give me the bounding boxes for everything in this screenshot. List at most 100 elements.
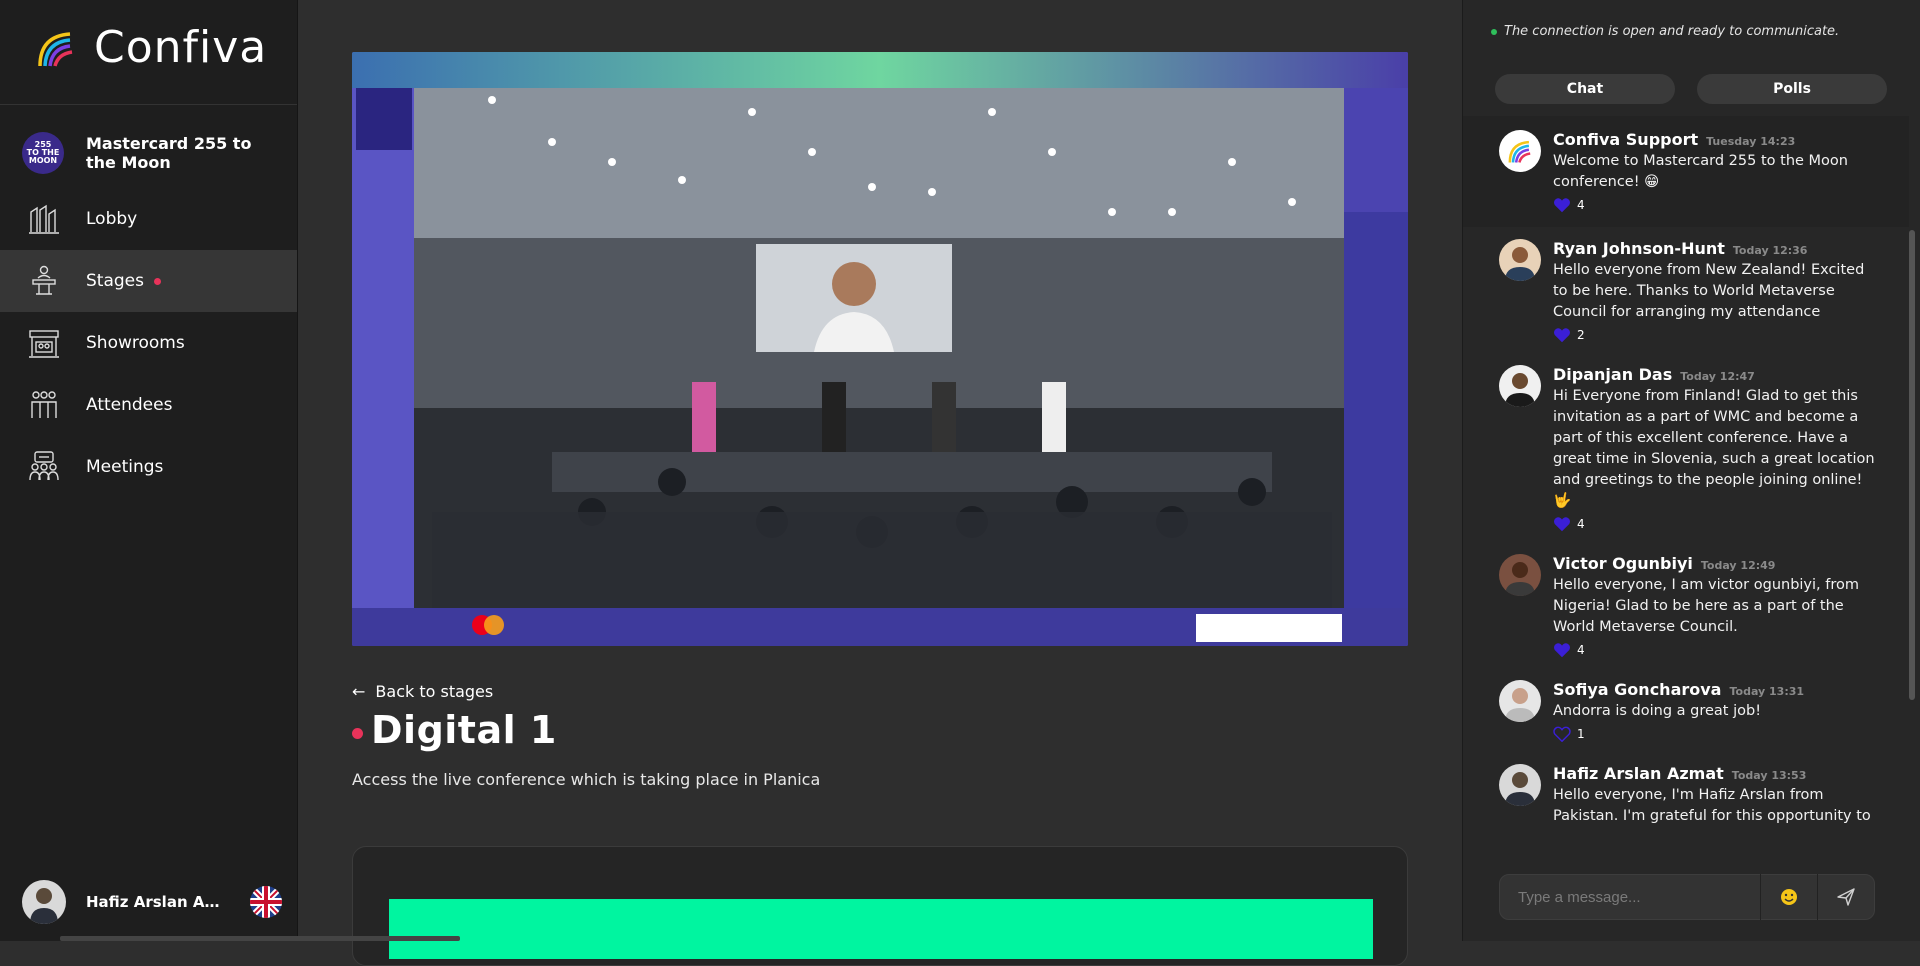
confiva-logo-icon xyxy=(38,32,73,67)
avatar xyxy=(1499,365,1541,407)
tab-chat[interactable]: Chat xyxy=(1495,74,1675,104)
event-name: Mastercard 255 to the Moon xyxy=(86,134,252,172)
like-button[interactable]: 2 xyxy=(1553,327,1883,343)
message-author: Victor Ogunbiyi xyxy=(1553,554,1693,573)
chat-message: Confiva Support Tuesday 14:23 Welcome to… xyxy=(1463,116,1909,227)
send-icon xyxy=(1837,888,1855,906)
message-time: Today 12:49 xyxy=(1700,559,1776,572)
connection-status: The connection is open and ready to comm… xyxy=(1491,24,1839,39)
sidebar: Confiva 255 TO THE MOON Mastercard 255 t… xyxy=(0,0,298,941)
uk-flag-icon[interactable] xyxy=(250,886,282,918)
message-composer xyxy=(1499,874,1875,920)
heart-filled-icon xyxy=(1554,643,1570,658)
nav-label: Lobby xyxy=(86,209,138,229)
chat-panel: The connection is open and ready to comm… xyxy=(1462,0,1920,941)
send-button[interactable] xyxy=(1818,874,1874,920)
confiva-logo-icon xyxy=(1508,140,1531,163)
smiley-icon xyxy=(1781,889,1797,905)
avatar xyxy=(1499,130,1541,172)
message-input[interactable] xyxy=(1500,875,1760,919)
app-name: Confiva xyxy=(94,22,268,73)
avatar xyxy=(1499,239,1541,281)
message-text: Hello everyone, I'm Hafiz Arslan from Pa… xyxy=(1553,787,1871,824)
back-to-stages-link[interactable]: ← Back to stages xyxy=(352,682,493,701)
chat-message: Hafiz Arslan Azmat Today 13:53 Hello eve… xyxy=(1463,752,1909,837)
avatar xyxy=(1499,680,1541,722)
back-label: Back to stages xyxy=(375,682,494,701)
confiva-logo[interactable]: Confiva xyxy=(34,22,267,74)
chat-message: Sofiya Goncharova Today 13:31 Andorra is… xyxy=(1463,668,1909,752)
like-button[interactable]: 4 xyxy=(1553,642,1883,658)
message-author: Ryan Johnson-Hunt xyxy=(1553,239,1725,258)
avatar xyxy=(22,880,66,924)
sponsor-banner[interactable] xyxy=(389,899,1373,959)
like-count: 4 xyxy=(1577,517,1585,531)
live-indicator xyxy=(352,727,363,739)
nav-label: Meetings xyxy=(86,457,164,477)
message-time: Today 13:53 xyxy=(1731,769,1807,782)
chat-message: Ryan Johnson-Hunt Today 12:36 Hello ever… xyxy=(1463,227,1909,353)
stage-description: Access the live conference which is taki… xyxy=(352,770,821,789)
attendees-icon xyxy=(26,387,62,423)
like-count: 1 xyxy=(1577,727,1585,741)
avatar xyxy=(1499,554,1541,596)
nav-item-meetings[interactable]: Meetings xyxy=(0,436,297,498)
emoji-button[interactable] xyxy=(1761,874,1817,920)
stream-frame-illustration xyxy=(352,52,1408,646)
like-button[interactable]: 4 xyxy=(1553,197,1883,213)
message-list[interactable]: Confiva Support Tuesday 14:23 Welcome to… xyxy=(1463,116,1909,854)
message-text: Welcome to Mastercard 255 to the Moon co… xyxy=(1553,153,1848,190)
nav-item-stages[interactable]: Stages xyxy=(0,250,297,312)
chat-message: Dipanjan Das Today 12:47 Hi Everyone fro… xyxy=(1463,353,1909,542)
like-count: 4 xyxy=(1577,643,1585,657)
heart-filled-icon xyxy=(1554,328,1570,343)
message-text: Hi Everyone from Finland! Glad to get th… xyxy=(1553,388,1875,509)
message-author: Dipanjan Das xyxy=(1553,365,1673,384)
event-logo: 255 TO THE MOON xyxy=(22,132,64,174)
nav-item-lobby[interactable]: Lobby xyxy=(0,188,297,250)
online-dot-icon xyxy=(1491,28,1497,35)
main-content: ← Back to stages Digital 1 Access the li… xyxy=(298,0,1462,966)
chat-message: Victor Ogunbiyi Today 12:49 Hello everyo… xyxy=(1463,542,1909,668)
like-button[interactable]: 1 xyxy=(1553,726,1883,742)
nav-item-showrooms[interactable]: Showrooms xyxy=(0,312,297,374)
nav-item-attendees[interactable]: Attendees xyxy=(0,374,297,436)
event-badge-line: MOON xyxy=(28,156,58,165)
lobby-icon xyxy=(26,201,62,237)
message-time: Tuesday 14:23 xyxy=(1706,135,1796,148)
like-count: 2 xyxy=(1577,328,1585,342)
message-text: Hello everyone, I am victor ogunbiyi, fr… xyxy=(1553,577,1860,635)
user-name: Hafiz Arslan Az... xyxy=(86,893,226,911)
tab-polls[interactable]: Polls xyxy=(1697,74,1887,104)
connection-status-text: The connection is open and ready to comm… xyxy=(1504,24,1840,39)
heart-filled-icon xyxy=(1554,198,1570,213)
nav-label: Stages xyxy=(86,271,144,291)
chat-scrollbar[interactable] xyxy=(1909,230,1915,700)
nav-label: Attendees xyxy=(86,395,173,415)
nav-label: Showrooms xyxy=(86,333,185,353)
message-text: Andorra is doing a great job! xyxy=(1553,703,1762,719)
meetings-icon xyxy=(26,449,62,485)
message-author: Hafiz Arslan Azmat xyxy=(1553,764,1724,783)
current-user[interactable]: Hafiz Arslan Az... xyxy=(22,880,282,924)
message-time: Today 12:47 xyxy=(1680,370,1755,383)
message-time: Today 12:36 xyxy=(1732,244,1808,257)
divider xyxy=(0,104,297,105)
heart-outline-icon xyxy=(1553,726,1571,742)
avatar xyxy=(1499,764,1541,806)
main-nav: Lobby Stages Showrooms Attendees Meeting… xyxy=(0,188,297,498)
like-count: 4 xyxy=(1577,198,1585,212)
page-title: Digital 1 xyxy=(371,708,557,752)
chat-tabs: Chat Polls xyxy=(1495,74,1887,104)
event-selector[interactable]: 255 TO THE MOON Mastercard 255 to the Mo… xyxy=(22,132,276,174)
arrow-left-icon: ← xyxy=(352,682,366,701)
heart-filled-icon xyxy=(1554,517,1570,532)
showroom-icon xyxy=(26,325,62,361)
message-author: Confiva Support xyxy=(1553,130,1699,149)
live-indicator xyxy=(153,277,161,285)
stage-podium-icon xyxy=(26,263,62,299)
livestream-video-player[interactable] xyxy=(352,52,1408,646)
stage-heading: Digital 1 xyxy=(352,708,557,752)
like-button[interactable]: 4 xyxy=(1553,516,1883,532)
horizontal-scrollbar[interactable] xyxy=(60,936,460,941)
